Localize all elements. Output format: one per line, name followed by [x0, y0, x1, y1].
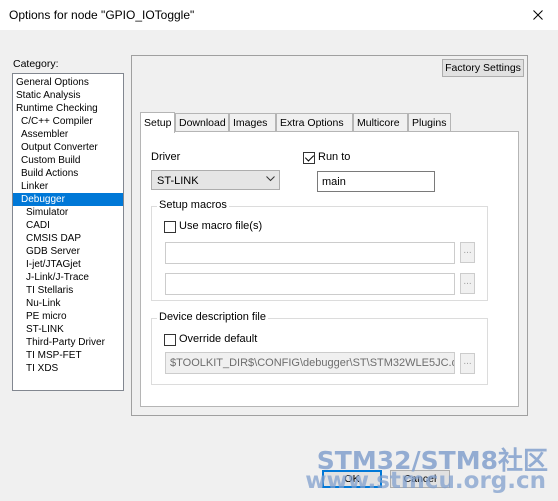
category-item[interactable]: Runtime Checking: [13, 102, 123, 115]
tab-plugins[interactable]: Plugins: [408, 113, 451, 132]
use-macro-checkbox[interactable]: [164, 221, 176, 233]
device-description-title: Device description file: [157, 311, 268, 323]
factory-settings-button[interactable]: Factory Settings: [442, 59, 524, 77]
override-default-checkbox[interactable]: [164, 334, 176, 346]
macro-browse-button-2[interactable]: ...: [460, 273, 475, 294]
category-item[interactable]: Nu-Link: [13, 297, 123, 310]
run-to-checkbox[interactable]: [303, 152, 315, 164]
use-macro-label: Use macro file(s): [179, 220, 263, 232]
category-item[interactable]: CADI: [13, 219, 123, 232]
category-item[interactable]: Custom Build: [13, 154, 123, 167]
category-item[interactable]: Third-Party Driver: [13, 336, 123, 349]
category-item[interactable]: TI Stellaris: [13, 284, 123, 297]
setup-macros-title: Setup macros: [157, 199, 229, 211]
category-label: Category:: [13, 58, 59, 70]
tab-multicore[interactable]: Multicore: [353, 113, 408, 132]
device-file-input[interactable]: $TOOLKIT_DIR$\CONFIG\debugger\ST\STM32WL…: [165, 352, 455, 374]
tab-setup[interactable]: Setup: [140, 112, 175, 133]
category-item[interactable]: J-Link/J-Trace: [13, 271, 123, 284]
category-item[interactable]: Build Actions: [13, 167, 123, 180]
driver-select-value: ST-LINK: [157, 175, 199, 187]
macro-file-input-2[interactable]: [165, 273, 455, 295]
category-item[interactable]: Static Analysis: [13, 89, 123, 102]
device-file-browse-button[interactable]: ...: [460, 353, 475, 374]
category-item[interactable]: TI MSP-FET: [13, 349, 123, 362]
category-item[interactable]: Assembler: [13, 128, 123, 141]
run-to-input[interactable]: main: [317, 171, 435, 192]
category-item[interactable]: ST-LINK: [13, 323, 123, 336]
close-icon: [533, 10, 543, 20]
chevron-down-icon: [266, 176, 275, 182]
macro-browse-button-1[interactable]: ...: [460, 242, 475, 263]
category-item[interactable]: Simulator: [13, 206, 123, 219]
category-item[interactable]: PE micro: [13, 310, 123, 323]
category-item[interactable]: I-jet/JTAGjet: [13, 258, 123, 271]
category-item[interactable]: C/C++ Compiler: [13, 115, 123, 128]
override-default-label: Override default: [179, 333, 258, 345]
tab-download[interactable]: Download: [175, 113, 229, 132]
driver-label: Driver: [151, 151, 181, 163]
run-to-label: Run to: [318, 151, 351, 163]
watermark-url: www.stmcu.org.cn: [305, 468, 546, 494]
title-bar: Options for node "GPIO_IOToggle": [0, 0, 558, 30]
driver-select[interactable]: ST-LINK: [151, 170, 280, 190]
window-title: Options for node "GPIO_IOToggle": [9, 8, 195, 22]
category-list[interactable]: General Options Static Analysis Runtime Ch…: [12, 73, 124, 391]
category-item[interactable]: CMSIS DAP: [13, 232, 123, 245]
macro-file-input-1[interactable]: [165, 242, 455, 264]
tab-images[interactable]: Images: [229, 113, 276, 132]
category-item[interactable]: Linker: [13, 180, 123, 193]
tab-extra-options[interactable]: Extra Options: [276, 113, 353, 132]
category-item[interactable]: Output Converter: [13, 141, 123, 154]
category-item[interactable]: Debugger: [13, 193, 123, 206]
category-item[interactable]: General Options: [13, 76, 123, 89]
category-item[interactable]: TI XDS: [13, 362, 123, 375]
close-button[interactable]: [518, 0, 558, 30]
category-item[interactable]: GDB Server: [13, 245, 123, 258]
